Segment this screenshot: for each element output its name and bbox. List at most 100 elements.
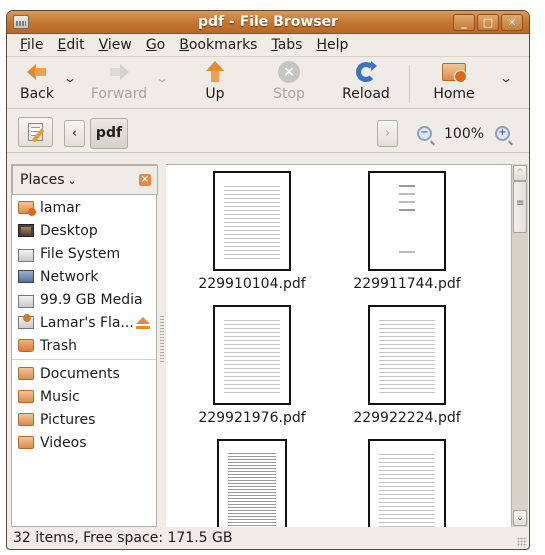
- main-content: Places ⌄ × lamar Desktop File System Net…: [7, 164, 529, 527]
- back-arrow-icon: [25, 61, 49, 83]
- menu-tabs[interactable]: Tabs: [264, 37, 309, 53]
- toolbar-overflow-dropdown[interactable]: ⌄: [499, 71, 513, 85]
- forward-arrow-icon: [107, 61, 131, 83]
- up-button[interactable]: Up: [197, 61, 233, 102]
- home-folder-icon: [442, 61, 467, 83]
- menu-go[interactable]: Go: [139, 37, 172, 53]
- scroll-down-button[interactable]: ⌄: [513, 510, 527, 526]
- close-button[interactable]: ✕: [501, 14, 523, 31]
- toolbar: Back ⌄ Forward ⌄ Up × Stop Reload Home ⌄: [7, 56, 529, 109]
- file-item[interactable]: [192, 439, 312, 527]
- place-label: Trash: [40, 337, 77, 354]
- place-label: File System: [40, 245, 121, 262]
- reload-icon: [354, 61, 378, 83]
- place-label: Desktop: [40, 222, 98, 239]
- file-item[interactable]: 229911744.pdf: [347, 171, 467, 292]
- folder-icon: [18, 367, 34, 380]
- pdf-thumbnail: [368, 439, 446, 527]
- file-item[interactable]: 229922224.pdf: [347, 305, 467, 426]
- eject-icon[interactable]: [136, 317, 150, 329]
- menu-edit[interactable]: Edit: [50, 37, 91, 53]
- file-name: 229922224.pdf: [353, 410, 461, 426]
- stop-icon: ×: [277, 61, 301, 83]
- scrollbar-thumb[interactable]: [513, 181, 527, 233]
- pdf-thumbnail: [213, 305, 291, 405]
- scroll-up-button[interactable]: ^: [513, 165, 527, 181]
- stop-button[interactable]: × Stop: [269, 61, 309, 102]
- home-folder-icon: [18, 201, 36, 216]
- maximize-button[interactable]: □: [477, 14, 499, 31]
- bookmark-item-documents[interactable]: Documents: [12, 362, 156, 385]
- places-separator: [12, 359, 156, 360]
- minimize-button[interactable]: _: [453, 14, 475, 31]
- places-label: Places: [20, 172, 65, 188]
- place-label: Videos: [40, 434, 87, 451]
- zoom-in-icon[interactable]: +: [495, 126, 510, 141]
- reload-button[interactable]: Reload: [340, 61, 392, 102]
- sidebar: Places ⌄ × lamar Desktop File System Net…: [11, 164, 158, 527]
- forward-button[interactable]: Forward: [87, 61, 151, 102]
- menu-bookmarks[interactable]: Bookmarks: [172, 37, 264, 53]
- file-browser-window: pdf - File Browser _ □ ✕ File Edit View …: [6, 10, 530, 550]
- file-item[interactable]: [347, 439, 467, 527]
- place-item-network[interactable]: Network: [12, 265, 156, 288]
- file-name: 229910104.pdf: [198, 276, 306, 292]
- pdf-thumbnail: [368, 305, 446, 405]
- pdf-thumbnail: [213, 171, 291, 271]
- file-item[interactable]: 229921976.pdf: [192, 305, 312, 426]
- folder-icon: [18, 413, 34, 426]
- drive-icon: [18, 248, 34, 262]
- resize-grip[interactable]: [517, 537, 527, 547]
- place-label: lamar: [40, 199, 81, 216]
- up-label: Up: [205, 86, 225, 102]
- up-arrow-icon: [203, 61, 227, 83]
- home-button[interactable]: Home: [429, 61, 479, 102]
- status-bar: 32 items, Free space: 171.5 GB: [7, 527, 529, 549]
- back-button[interactable]: Back: [15, 61, 59, 102]
- close-sidebar-icon[interactable]: ×: [139, 174, 151, 186]
- path-scroll-right-button[interactable]: ›: [377, 120, 398, 147]
- places-list: lamar Desktop File System Network 99.9 G…: [12, 196, 156, 454]
- file-name: 229911744.pdf: [353, 276, 461, 292]
- location-bar: ‹ pdf › − 100% +: [7, 109, 529, 153]
- chevron-down-icon: ⌄: [67, 173, 77, 187]
- forward-label: Forward: [90, 86, 148, 102]
- trash-icon: [18, 339, 34, 352]
- folder-icon: [18, 390, 34, 403]
- sidebar-splitter[interactable]: [158, 164, 166, 527]
- toggle-location-entry-button[interactable]: [18, 117, 53, 147]
- place-label: 99.9 GB Media: [40, 291, 143, 308]
- bookmark-item-pictures[interactable]: Pictures: [12, 408, 156, 431]
- path-button-current[interactable]: pdf: [90, 118, 128, 149]
- path-scroll-left-button[interactable]: ‹: [64, 120, 85, 147]
- back-history-dropdown[interactable]: ⌄: [63, 71, 77, 85]
- zoom-level[interactable]: 100%: [444, 126, 484, 142]
- menu-view[interactable]: View: [92, 37, 139, 53]
- pdf-thumbnail: [368, 171, 446, 271]
- splitter-grip[interactable]: [160, 316, 164, 362]
- place-item-media[interactable]: 99.9 GB Media: [12, 288, 156, 311]
- title-bar[interactable]: pdf - File Browser _ □ ✕: [7, 11, 529, 34]
- place-item-desktop[interactable]: Desktop: [12, 219, 156, 242]
- place-item-home[interactable]: lamar: [12, 196, 156, 219]
- place-item-trash[interactable]: Trash: [12, 334, 156, 357]
- place-label: Pictures: [40, 411, 96, 428]
- place-label: Network: [40, 268, 99, 285]
- place-item-flash-drive[interactable]: Lamar's Fla...: [12, 311, 156, 334]
- home-label: Home: [433, 86, 475, 102]
- place-label: Lamar's Fla...: [40, 314, 134, 331]
- bookmark-item-music[interactable]: Music: [12, 385, 156, 408]
- bookmark-item-videos[interactable]: Videos: [12, 431, 156, 454]
- menu-help[interactable]: Help: [309, 37, 355, 53]
- file-item[interactable]: 229910104.pdf: [192, 171, 312, 292]
- place-label: Documents: [40, 365, 120, 382]
- vertical-scrollbar[interactable]: ^ ⌄: [511, 164, 528, 527]
- place-label: Music: [40, 388, 80, 405]
- places-selector[interactable]: Places ⌄ ×: [12, 165, 158, 195]
- menu-bar: File Edit View Go Bookmarks Tabs Help: [7, 34, 529, 56]
- menu-file[interactable]: File: [13, 37, 50, 53]
- forward-history-dropdown[interactable]: ⌄: [155, 71, 169, 85]
- flash-drive-icon: [18, 314, 34, 329]
- zoom-out-icon[interactable]: −: [417, 126, 432, 141]
- place-item-filesystem[interactable]: File System: [12, 242, 156, 265]
